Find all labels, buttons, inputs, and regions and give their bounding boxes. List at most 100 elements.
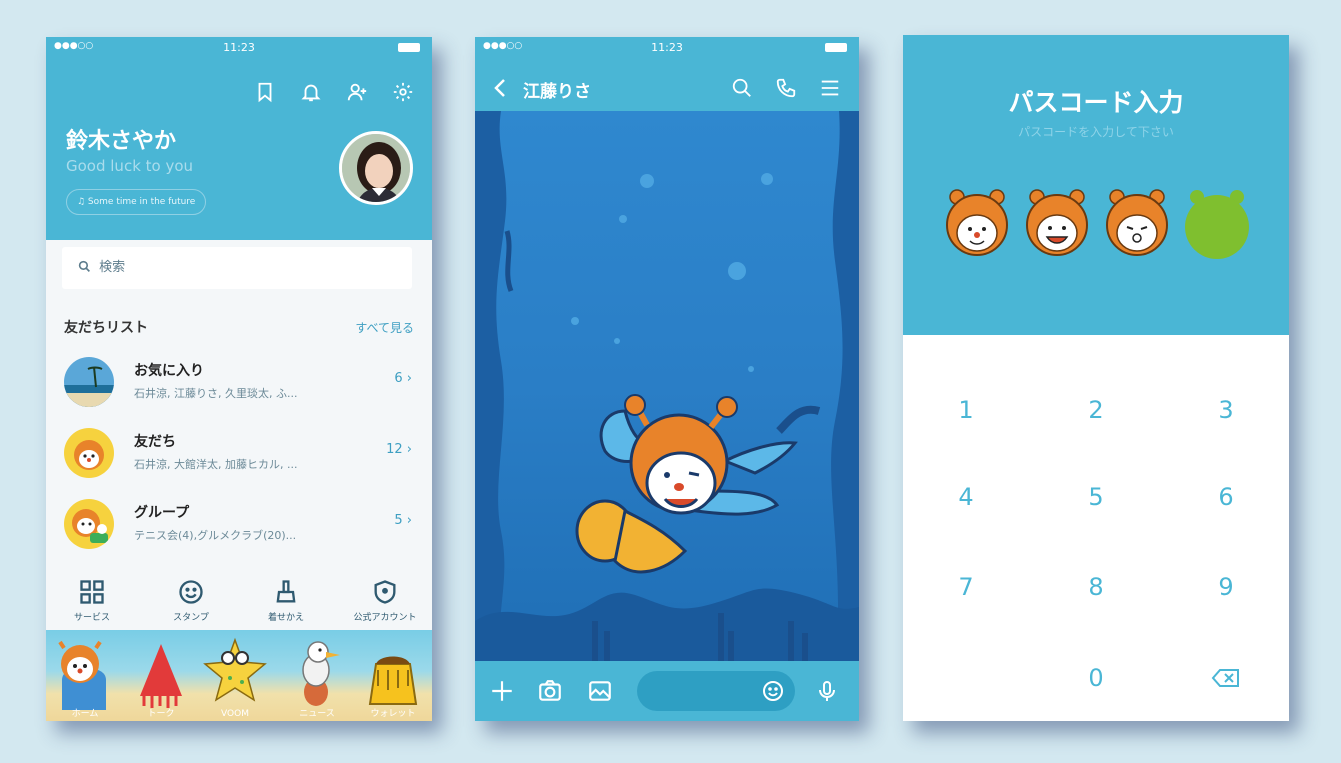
seagull-icon [302, 641, 340, 706]
service-shortcuts: サービス スタンプ 着せかえ 公式アカウント [46, 572, 432, 632]
list-item-count: 5 › [394, 513, 412, 528]
list-item-label: 友だち [134, 434, 176, 450]
smiley-icon [179, 580, 203, 604]
music-status-pill[interactable]: ♫ Some time in the future [66, 189, 207, 215]
plus-icon[interactable] [489, 678, 515, 704]
shield-icon [374, 580, 396, 604]
monkey-character-icon [58, 640, 106, 710]
list-item-label: グループ [134, 505, 190, 521]
shortcut-services[interactable]: サービス [52, 572, 132, 623]
passcode-title: パスコード入力 [1008, 88, 1184, 117]
list-item-favorites[interactable]: お気に入り 石井涼, 江藤りさ, 久里琰太, ふ... 6 › [46, 347, 432, 417]
tab-home[interactable]: ホーム [50, 630, 120, 721]
list-item-members: 石井涼, 江藤りさ, 久里琰太, ふ... [134, 387, 298, 400]
see-all-link[interactable]: すべて見る [355, 319, 414, 336]
favorites-thumbnail [64, 357, 114, 407]
passcode-dot-filled [946, 189, 1008, 256]
key-2[interactable]: 2 [1051, 385, 1141, 435]
profile-name: 鈴木さやか [66, 129, 177, 154]
chat-actions [731, 77, 841, 99]
list-item-label: お気に入り [134, 363, 204, 379]
list-item-members: テニス会(4),グルメクラブ(20)... [134, 529, 297, 542]
home-screen: ●●●○○ 11:23 鈴木さやか Good luck to you ♫ Som… [46, 37, 432, 721]
key-9[interactable]: 9 [1181, 562, 1271, 612]
back-icon[interactable] [491, 77, 509, 99]
message-input[interactable] [637, 671, 795, 711]
status-bar: ●●●○○ 11:23 [475, 37, 859, 59]
search-icon[interactable] [731, 77, 753, 99]
shortcut-themes[interactable]: 着せかえ [246, 572, 326, 623]
bookmark-icon[interactable] [254, 81, 276, 103]
backspace-icon [1211, 669, 1239, 687]
search-placeholder: 検索 [99, 260, 126, 275]
tab-label: VOOM [221, 709, 249, 719]
shortcut-label: 着せかえ [267, 613, 304, 623]
tab-talk[interactable]: トーク [126, 630, 196, 721]
tab-wallet[interactable]: ウォレット [358, 630, 428, 721]
passcode-subtitle: パスコードを入力して下さい [1018, 125, 1174, 139]
key-0[interactable]: 0 [1051, 653, 1141, 703]
shortcut-label: 公式アカウント [353, 613, 417, 623]
phone-icon[interactable] [775, 77, 797, 99]
camera-icon[interactable] [537, 678, 563, 704]
key-4[interactable]: 4 [921, 472, 1011, 522]
search-icon [78, 260, 90, 272]
list-item-count: 6 › [394, 371, 412, 386]
menu-icon[interactable] [819, 77, 841, 99]
list-item-members: 石井涼, 大館洋太, 加藤ヒカル, ... [134, 458, 298, 471]
tab-news[interactable]: ニュース [282, 630, 352, 721]
backspace-key[interactable] [1181, 653, 1271, 703]
search-input[interactable]: 検索 [62, 247, 412, 289]
passcode-indicators [937, 183, 1257, 263]
shortcut-label: スタンプ [173, 613, 209, 623]
status-time: 11:23 [223, 41, 255, 54]
brush-icon [276, 580, 296, 603]
passcode-screen: パスコード入力 パスコードを入力して下さい 1 2 3 4 5 6 7 8 9 … [903, 35, 1289, 721]
pudding-icon [368, 656, 418, 705]
key-6[interactable]: 6 [1181, 472, 1271, 522]
tab-label: ホーム [71, 709, 99, 719]
jellyfish-icon [140, 644, 182, 708]
chat-title: 江藤りさ [523, 82, 591, 102]
friends-list-title: 友だちリスト [64, 320, 148, 336]
key-8[interactable]: 8 [1051, 562, 1141, 612]
settings-icon[interactable] [392, 81, 414, 103]
key-1[interactable]: 1 [921, 385, 1011, 435]
emoji-icon[interactable] [761, 679, 785, 703]
status-time: 11:23 [651, 41, 683, 54]
tab-label: ウォレット [370, 709, 416, 719]
status-message: Good luck to you [66, 157, 194, 175]
passcode-dot-empty [1185, 190, 1249, 259]
chat-input-bar [475, 661, 859, 721]
list-item-friends[interactable]: 友だち 石井涼, 大館洋太, 加藤ヒカル, ... 12 › [46, 418, 432, 488]
key-7[interactable]: 7 [921, 562, 1011, 612]
chat-screen: ●●●○○ 11:23 江藤りさ [475, 37, 859, 721]
tab-label: トーク [147, 709, 175, 719]
bottom-tab-bar: ホーム トーク VOOM ニュース ウォレット [46, 630, 432, 721]
list-item-count: 12 › [386, 442, 412, 457]
bell-icon[interactable] [300, 81, 322, 103]
friends-thumbnail [64, 428, 114, 478]
header-actions [254, 81, 414, 103]
add-friend-icon[interactable] [346, 81, 368, 103]
groups-thumbnail [64, 499, 114, 549]
starfish-icon [203, 637, 267, 702]
avatar[interactable] [339, 131, 413, 205]
image-icon[interactable] [587, 678, 613, 704]
key-3[interactable]: 3 [1181, 385, 1271, 435]
battery-icon [398, 43, 420, 52]
battery-icon [825, 43, 847, 52]
mic-icon[interactable] [815, 678, 839, 704]
tab-voom[interactable]: VOOM [200, 630, 270, 721]
passcode-dot-filled [1106, 189, 1168, 256]
shortcut-stickers[interactable]: スタンプ [151, 572, 231, 623]
chat-background [475, 111, 859, 661]
list-item-groups[interactable]: グループ テニス会(4),グルメクラブ(20)... 5 › [46, 489, 432, 559]
tab-label: ニュース [299, 709, 335, 719]
shortcut-official-accounts[interactable]: 公式アカウント [341, 572, 429, 623]
status-bar: ●●●○○ 11:23 [46, 37, 432, 59]
diving-monkey-sticker [575, 394, 798, 574]
key-5[interactable]: 5 [1051, 472, 1141, 522]
shortcut-label: サービス [73, 613, 110, 623]
grid-icon [80, 580, 104, 604]
